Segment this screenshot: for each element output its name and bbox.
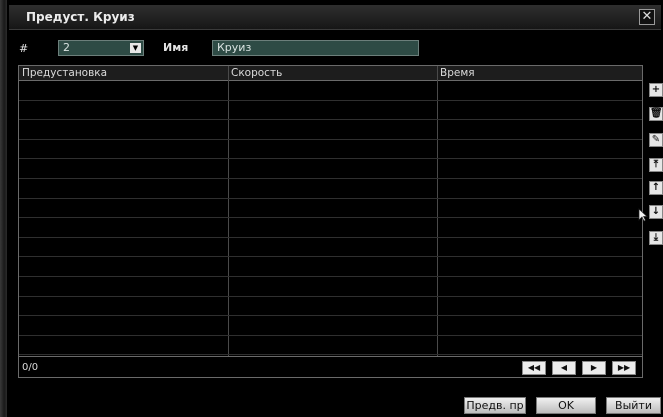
plus-icon[interactable]: + (649, 83, 663, 97)
trash-icon[interactable]: 🗑 (649, 107, 663, 121)
table-row[interactable] (19, 140, 642, 160)
move-bottom-icon[interactable]: ⤓ (649, 231, 663, 245)
table-header: Предустановка Скорость Время (19, 66, 642, 81)
record-counter: 0/0 (22, 362, 39, 373)
close-button[interactable]: ✕ (639, 9, 655, 25)
cruise-number-select[interactable]: 2 ▼ (58, 40, 144, 56)
column-header-time: Время (440, 67, 475, 79)
cruise-name-input[interactable]: Круиз (212, 40, 419, 56)
table-row[interactable] (19, 277, 642, 297)
edit-icon[interactable]: ✎ (649, 133, 663, 147)
prev-page-button[interactable]: ◀ (552, 361, 576, 375)
cruise-number-value: 2 (63, 41, 70, 54)
table-footer: 0/0 ◀◀ ◀ ▶ ▶▶ (19, 356, 642, 378)
table-row[interactable] (19, 218, 642, 238)
name-label: Имя (163, 41, 189, 54)
move-up-icon[interactable]: ↑ (649, 181, 663, 195)
ok-button[interactable]: OK (536, 397, 596, 414)
table-row[interactable] (19, 336, 642, 356)
table-row[interactable] (19, 316, 642, 336)
table-row[interactable] (19, 179, 642, 199)
chevron-down-icon[interactable]: ▼ (130, 43, 141, 53)
mouse-cursor-icon (638, 208, 648, 222)
table-row[interactable] (19, 238, 642, 258)
table-row[interactable] (19, 120, 642, 140)
preset-table: Предустановка Скорость Время 0/0 ◀◀ ◀ ▶ … (18, 65, 643, 378)
last-page-button[interactable]: ▶▶ (612, 361, 636, 375)
table-row[interactable] (19, 101, 642, 121)
table-body (19, 81, 642, 356)
dialog-titlebar: Предуст. Круиз ✕ (9, 5, 661, 30)
column-header-preset: Предустановка (22, 67, 108, 79)
table-row[interactable] (19, 81, 642, 101)
preview-button[interactable]: Предв. пр (464, 397, 526, 414)
table-row[interactable] (19, 297, 642, 317)
next-page-button[interactable]: ▶ (582, 361, 606, 375)
table-row[interactable] (19, 257, 642, 277)
move-top-icon[interactable]: ⤒ (649, 158, 663, 172)
left-edge-bar (0, 0, 7, 417)
move-down-icon[interactable]: ↓ (649, 205, 663, 219)
table-row[interactable] (19, 199, 642, 219)
dialog-title: Предуст. Круиз (26, 10, 135, 24)
first-page-button[interactable]: ◀◀ (522, 361, 546, 375)
exit-button[interactable]: Выйти (606, 397, 661, 414)
column-header-speed: Скорость (231, 67, 283, 79)
table-row[interactable] (19, 159, 642, 179)
number-label: # (19, 42, 29, 55)
